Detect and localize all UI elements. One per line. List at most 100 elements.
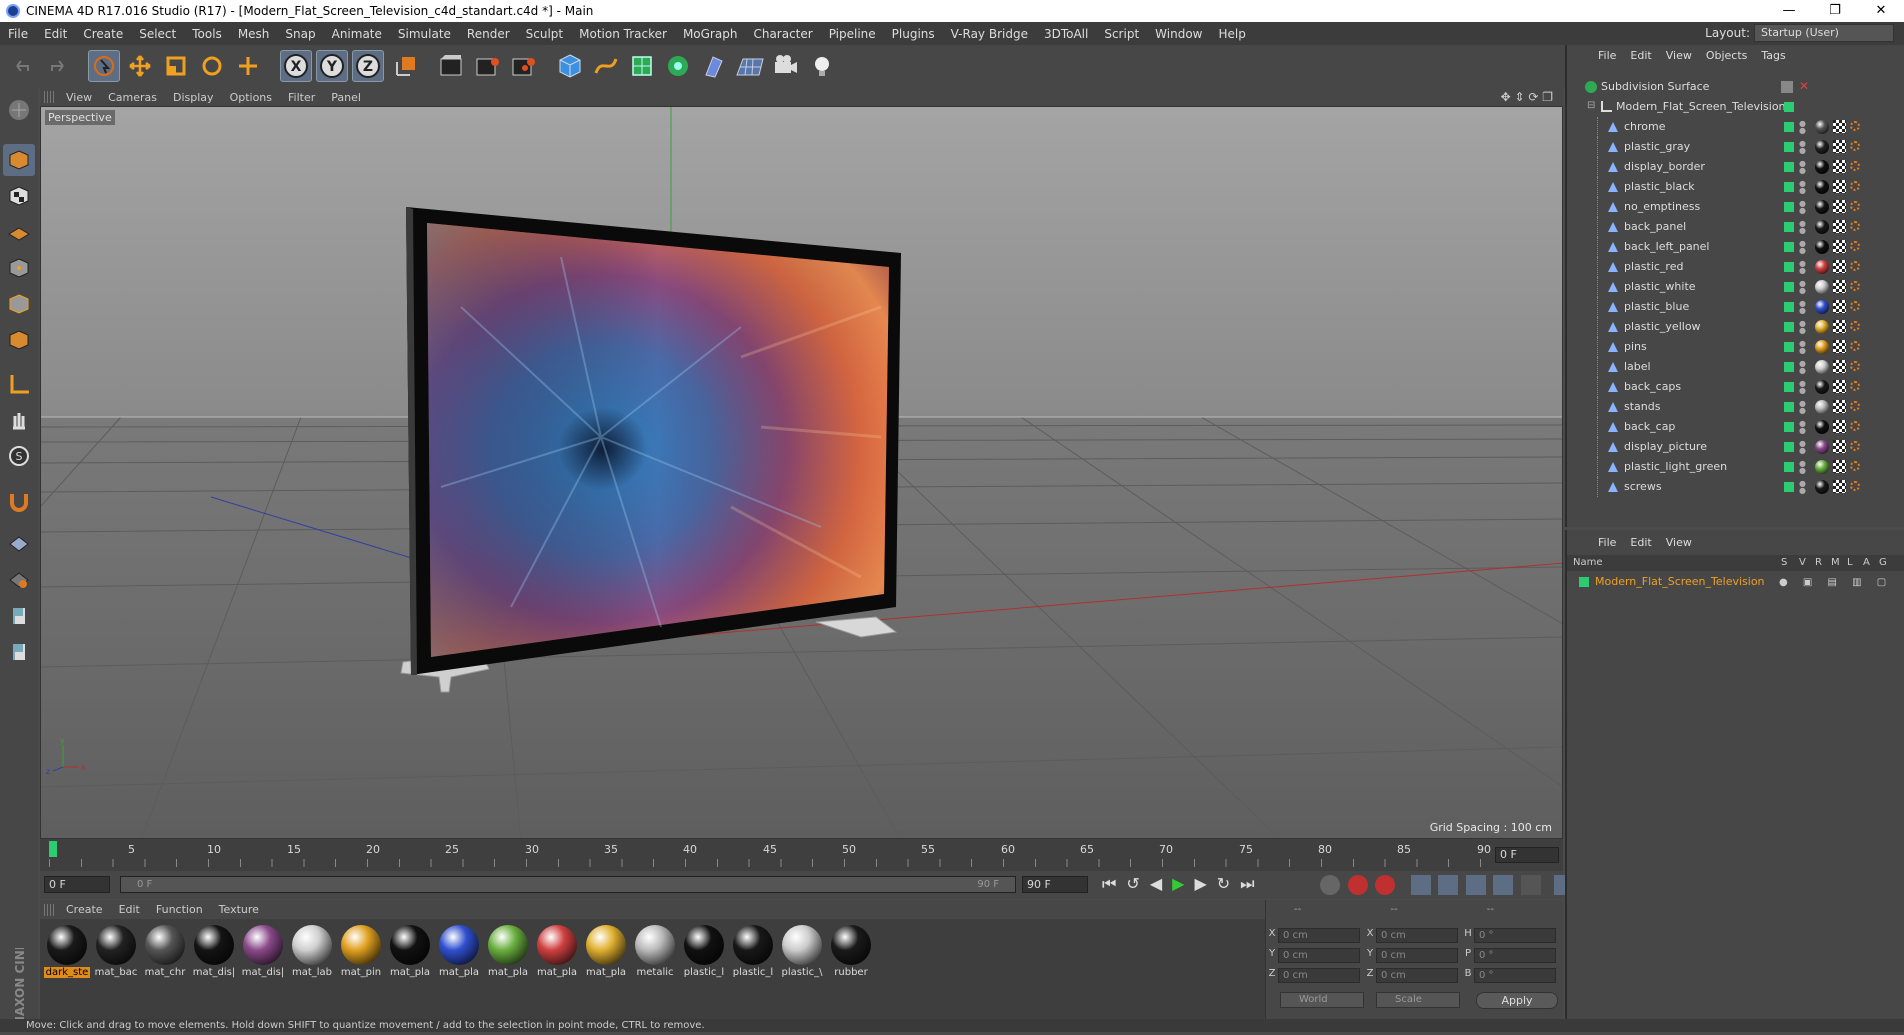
material-swatch[interactable]: mat_pla xyxy=(436,925,482,978)
om-row-subdivision[interactable]: Subdivision Surface ✕ xyxy=(1567,77,1904,97)
texture-tag-icon[interactable] xyxy=(1833,180,1846,193)
size-y-field[interactable]: 0 cm xyxy=(1376,948,1458,963)
phong-tag-icon[interactable] xyxy=(1850,261,1860,271)
material-swatch[interactable]: mat_pla xyxy=(387,925,433,978)
menu-motion-tracker[interactable]: Motion Tracker xyxy=(571,27,675,41)
visibility-dots-icon[interactable]: ● ● xyxy=(1799,480,1806,495)
visibility-dots-icon[interactable]: ● ● xyxy=(1799,340,1806,355)
pos-y-field[interactable]: 0 cm xyxy=(1278,948,1360,963)
menu-script[interactable]: Script xyxy=(1096,27,1147,41)
texture-mode-icon[interactable] xyxy=(3,180,35,212)
material-tag-icon[interactable] xyxy=(1815,120,1829,134)
frame-range-slider[interactable]: 0 F 90 F xyxy=(120,876,1016,893)
material-tag-icon[interactable] xyxy=(1815,140,1829,154)
visibility-dots-icon[interactable]: ● ● xyxy=(1799,460,1806,475)
step-forward-icon[interactable]: ▶ xyxy=(1194,874,1216,893)
texture-tag-icon[interactable] xyxy=(1833,300,1846,313)
material-tag-icon[interactable] xyxy=(1815,240,1829,254)
rot-h-field[interactable]: 0 ° xyxy=(1474,928,1556,943)
phong-tag-icon[interactable] xyxy=(1850,361,1860,371)
lm-menu-file[interactable]: File xyxy=(1591,536,1623,549)
visibility-dots-icon[interactable]: ● ● xyxy=(1799,160,1806,175)
pos-z-field[interactable]: 0 cm xyxy=(1278,968,1360,983)
playhead[interactable] xyxy=(49,841,57,857)
close-button[interactable]: ✕ xyxy=(1858,0,1904,22)
material-swatch[interactable]: mat_pla xyxy=(534,925,580,978)
layer-color-icon[interactable] xyxy=(1784,482,1794,492)
workplane-icon[interactable] xyxy=(3,216,35,248)
edit-toggle-icon[interactable] xyxy=(1781,81,1793,93)
key-position-icon[interactable] xyxy=(1410,875,1431,895)
prev-key-icon[interactable]: ↺ xyxy=(1126,874,1149,893)
layer-color-icon[interactable] xyxy=(1784,202,1794,212)
phong-tag-icon[interactable] xyxy=(1850,381,1860,391)
visibility-dots-icon[interactable]: ● ● xyxy=(1799,300,1806,315)
solo-icon[interactable]: S xyxy=(3,440,35,472)
rot-b-field[interactable]: 0 ° xyxy=(1474,968,1556,983)
om-row-object[interactable]: plastic_blue ● ● xyxy=(1567,297,1904,317)
om-row-object[interactable]: back_panel ● ● xyxy=(1567,217,1904,237)
cube-primitive-icon[interactable] xyxy=(554,50,586,82)
deformer-icon[interactable] xyxy=(698,50,730,82)
phong-tag-icon[interactable] xyxy=(1850,481,1860,491)
scale-select[interactable]: Scale xyxy=(1376,992,1460,1008)
om-menu-edit[interactable]: Edit xyxy=(1623,49,1658,62)
phong-tag-icon[interactable] xyxy=(1850,281,1860,291)
om-menu-file[interactable]: File xyxy=(1591,49,1623,62)
record-keyframe-icon[interactable] xyxy=(1347,875,1368,895)
om-row-object[interactable]: label ● ● xyxy=(1567,357,1904,377)
phong-tag-icon[interactable] xyxy=(1850,141,1860,151)
texture-tag-icon[interactable] xyxy=(1833,480,1846,493)
polygons-mode-icon[interactable] xyxy=(3,324,35,356)
lm-menu-edit[interactable]: Edit xyxy=(1623,536,1658,549)
visibility-dots-icon[interactable]: ● ● xyxy=(1799,360,1806,375)
y-axis-icon[interactable]: Y xyxy=(316,50,348,82)
texture-tag-icon[interactable] xyxy=(1833,200,1846,213)
phong-tag-icon[interactable] xyxy=(1850,201,1860,211)
material-tag-icon[interactable] xyxy=(1815,200,1829,214)
material-tag-icon[interactable] xyxy=(1815,160,1829,174)
material-swatch[interactable]: rubber xyxy=(828,925,874,978)
visibility-dots-icon[interactable]: ● ● xyxy=(1799,240,1806,255)
texture-tag-icon[interactable] xyxy=(1833,160,1846,173)
material-swatch[interactable]: dark_ste xyxy=(44,925,90,978)
pos-x-field[interactable]: 0 cm xyxy=(1278,928,1360,943)
texture-tag-icon[interactable] xyxy=(1833,320,1846,333)
om-row-object[interactable]: no_emptiness ● ● xyxy=(1567,197,1904,217)
texture-tag-icon[interactable] xyxy=(1833,140,1846,153)
om-row-object[interactable]: stands ● ● xyxy=(1567,397,1904,417)
record-off-icon[interactable] xyxy=(1320,875,1340,895)
menu-animate[interactable]: Animate xyxy=(324,27,390,41)
layer-color-icon[interactable] xyxy=(1579,577,1589,587)
material-tag-icon[interactable] xyxy=(1815,320,1829,334)
menu-edit[interactable]: Edit xyxy=(36,27,75,41)
menu-mesh[interactable]: Mesh xyxy=(230,27,278,41)
phong-tag-icon[interactable] xyxy=(1850,161,1860,171)
texture-tag-icon[interactable] xyxy=(1833,220,1846,233)
collapse-icon[interactable]: ⊟ xyxy=(1587,100,1595,111)
material-swatch[interactable]: plastic_\ xyxy=(779,925,825,978)
render-picture-viewer-icon[interactable] xyxy=(472,50,504,82)
material-swatch[interactable]: metalic xyxy=(632,925,678,978)
visibility-dots-icon[interactable]: ● ● xyxy=(1799,180,1806,195)
visibility-dots-icon[interactable]: ● ● xyxy=(1799,420,1806,435)
material-tag-icon[interactable] xyxy=(1815,440,1829,454)
size-x-field[interactable]: 0 cm xyxy=(1376,928,1458,943)
texture-tag-icon[interactable] xyxy=(1833,280,1846,293)
timeline-ruler[interactable]: 0 5 10 15 20 25 30 35 40 45 50 55 60 65 … xyxy=(40,839,1563,871)
make-editable-icon[interactable] xyxy=(3,94,35,126)
tweak-mode-icon[interactable] xyxy=(3,404,35,436)
vp-menu-cameras[interactable]: Cameras xyxy=(100,91,165,104)
camera-icon[interactable] xyxy=(770,50,802,82)
visibility-dots-icon[interactable]: ● ● xyxy=(1799,320,1806,335)
texture-tag-icon[interactable] xyxy=(1833,360,1846,373)
menu-help[interactable]: Help xyxy=(1210,27,1253,41)
material-tag-icon[interactable] xyxy=(1815,360,1829,374)
scale-icon[interactable] xyxy=(160,50,192,82)
vp-menu-display[interactable]: Display xyxy=(165,91,222,104)
menu-simulate[interactable]: Simulate xyxy=(390,27,459,41)
phong-tag-icon[interactable] xyxy=(1850,341,1860,351)
material-swatch[interactable]: mat_pin xyxy=(338,925,384,978)
mat-menu-function[interactable]: Function xyxy=(148,903,211,916)
visibility-dots-icon[interactable]: ● ● xyxy=(1799,440,1806,455)
